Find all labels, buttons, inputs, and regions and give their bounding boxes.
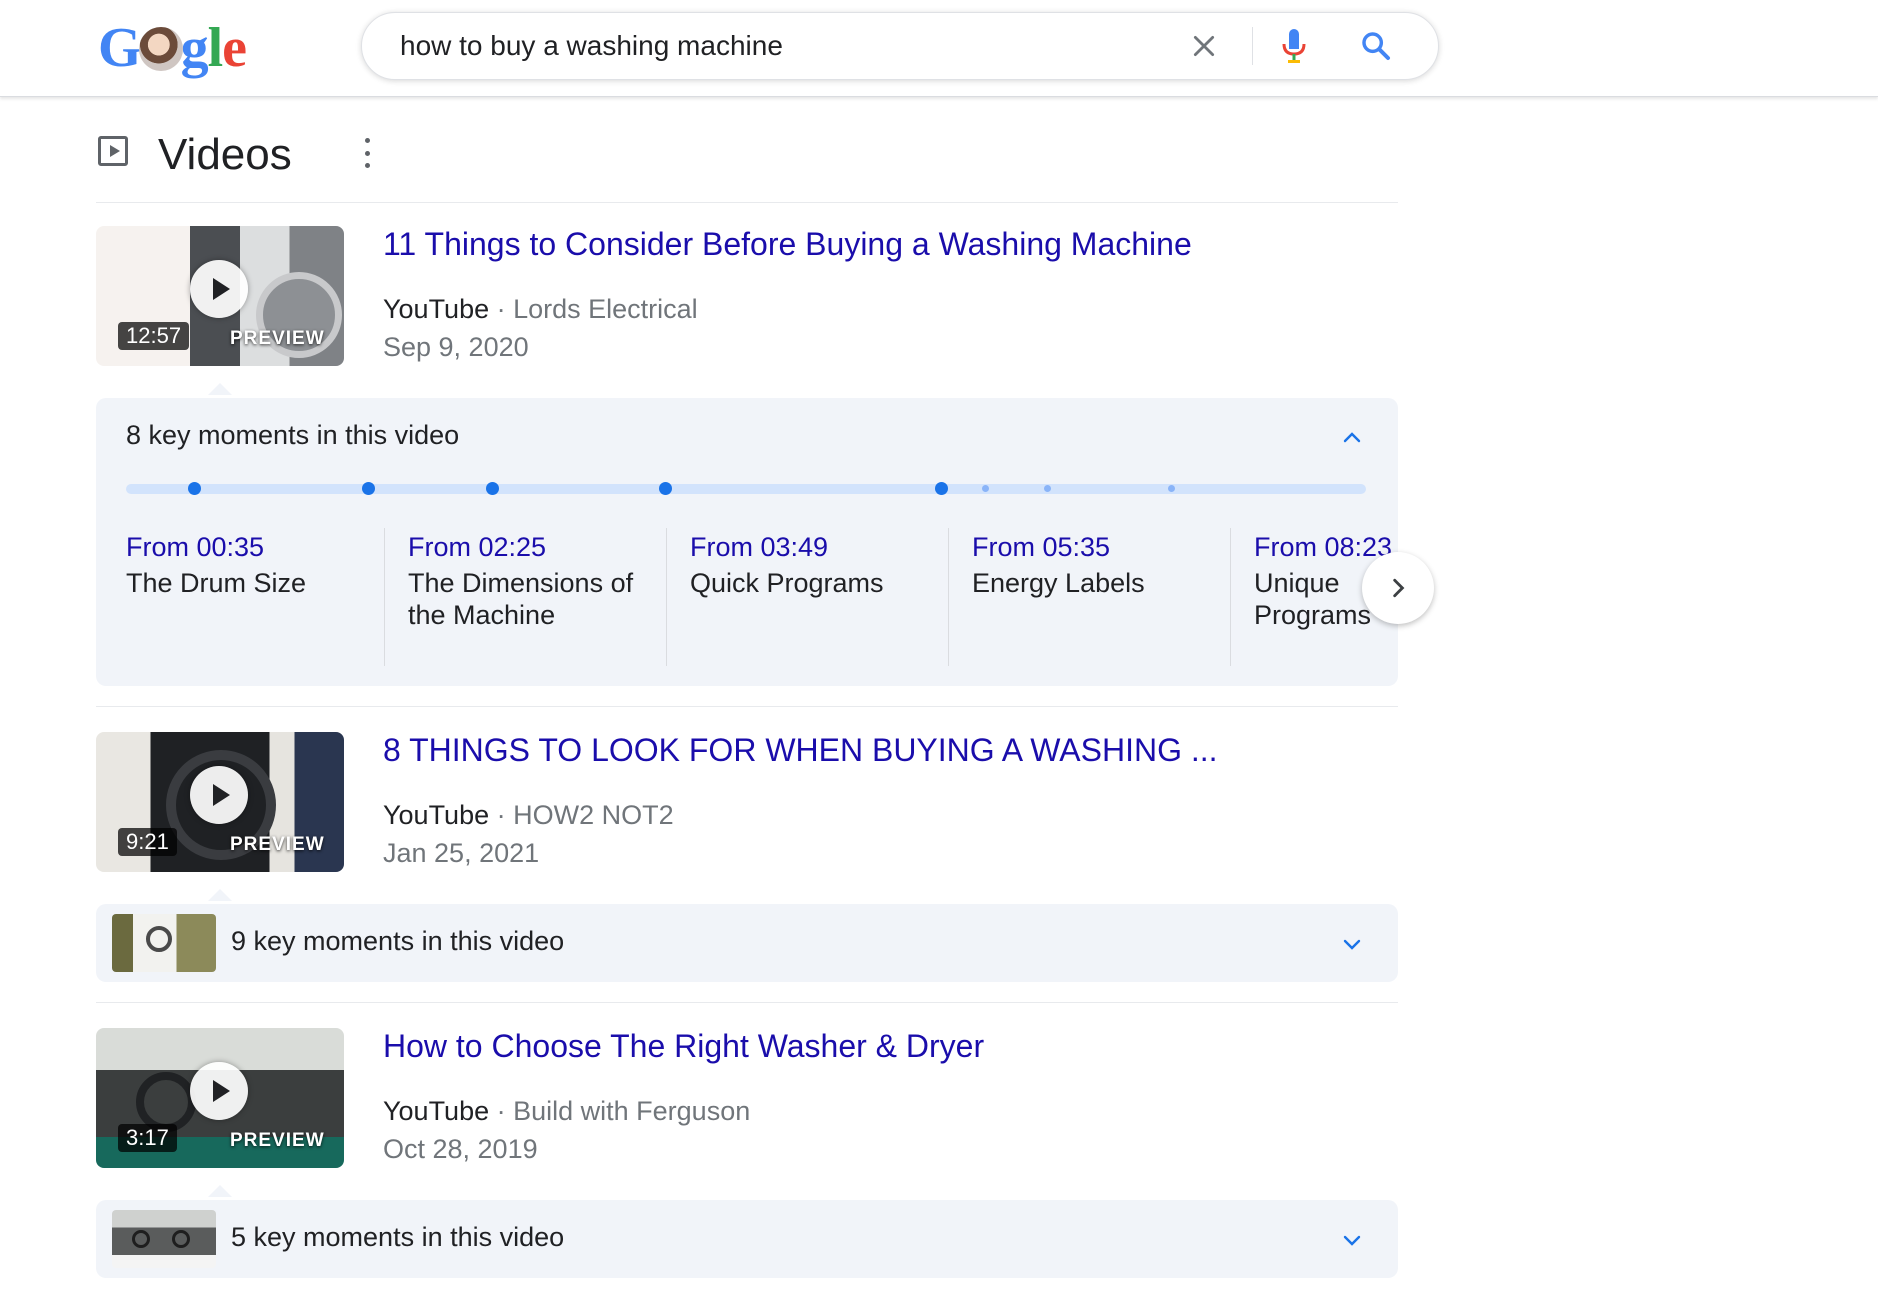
moment-label: The Drum Size — [126, 568, 307, 598]
doodle-portrait-icon — [138, 27, 183, 72]
moment-divider — [948, 528, 949, 666]
video-date: Sep 9, 2020 — [383, 332, 529, 362]
preview-label: PREVIEW — [230, 1130, 325, 1151]
result-separator — [96, 706, 1398, 707]
video-thumbnail[interactable]: 9:21 PREVIEW — [96, 732, 344, 872]
panel-pointer — [208, 889, 232, 901]
video-icon — [98, 136, 128, 166]
channel-name: Build with Ferguson — [513, 1096, 751, 1126]
preview-label: PREVIEW — [230, 328, 325, 349]
play-icon — [190, 766, 248, 824]
search-button[interactable] — [1356, 26, 1396, 66]
key-moment-item[interactable]: From 02:25 The Dimensions of the Machine — [408, 532, 660, 631]
moment-label: Quick Programs — [690, 568, 884, 598]
result-separator — [96, 1002, 1398, 1003]
video-source: YouTube · HOW2 NOT2 — [383, 800, 674, 830]
timeline-minor-marker[interactable] — [1168, 485, 1176, 492]
source-name: YouTube — [383, 800, 490, 830]
source-name: YouTube — [383, 294, 490, 324]
key-moment-thumbnail — [112, 1210, 216, 1268]
next-moments-button[interactable] — [1362, 552, 1434, 624]
chevron-down-icon[interactable] — [1342, 1230, 1362, 1250]
video-duration: 3:17 — [118, 1124, 177, 1152]
moment-divider — [1230, 528, 1231, 666]
key-moment-item[interactable]: From 00:35 The Drum Size — [126, 532, 378, 599]
video-date: Jan 25, 2021 — [383, 838, 540, 868]
moment-time: From 02:25 — [408, 532, 547, 562]
moment-time: From 00:35 — [126, 532, 265, 562]
video-title-link[interactable]: 8 THINGS TO LOOK FOR WHEN BUYING A WASHI… — [383, 732, 1218, 769]
moment-divider — [666, 528, 667, 666]
play-icon — [190, 260, 248, 318]
panel-pointer — [208, 1185, 232, 1197]
moment-label: The Dimensions of the Machine — [408, 568, 634, 630]
timeline-minor-marker[interactable] — [982, 485, 990, 492]
section-title: Videos — [158, 130, 292, 179]
key-moments-panel: 8 key moments in this video From 00:35 Th… — [96, 398, 1434, 686]
key-moment-item[interactable]: From 05:35 Energy Labels — [972, 532, 1224, 599]
play-icon — [190, 1062, 248, 1120]
chevron-up-icon[interactable] — [1342, 428, 1362, 448]
header: Ggle — [0, 0, 1878, 97]
search-divider — [1252, 27, 1253, 65]
search-icon — [1362, 32, 1390, 60]
video-duration: 9:21 — [118, 828, 177, 856]
video-title-link[interactable]: 11 Things to Consider Before Buying a Wa… — [383, 226, 1192, 263]
moment-divider — [384, 528, 385, 666]
key-moments-timeline[interactable] — [126, 482, 1366, 495]
key-moments-label: 5 key moments in this video — [231, 1222, 565, 1252]
video-thumbnail[interactable]: 3:17 PREVIEW — [96, 1028, 344, 1168]
more-options-button[interactable] — [360, 138, 374, 168]
video-source: YouTube · Build with Ferguson — [383, 1096, 751, 1126]
channel-name: HOW2 NOT2 — [513, 800, 674, 830]
search-input[interactable] — [400, 29, 1160, 63]
video-thumbnail[interactable]: 12:57 PREVIEW — [96, 226, 344, 366]
google-doodle-logo[interactable]: Ggle — [98, 18, 247, 78]
microphone-icon — [1282, 29, 1306, 63]
video-date: Oct 28, 2019 — [383, 1134, 538, 1164]
moment-time: From 05:35 — [972, 532, 1111, 562]
preview-label: PREVIEW — [230, 834, 325, 855]
channel-name: Lords Electrical — [513, 294, 698, 324]
timeline-marker[interactable] — [659, 482, 673, 495]
video-title-link[interactable]: How to Choose The Right Washer & Dryer — [383, 1028, 984, 1065]
clear-search-button[interactable] — [1186, 28, 1222, 64]
videos-section-header: Videos — [96, 128, 1398, 203]
key-moments-label: 9 key moments in this video — [231, 926, 565, 956]
chevron-down-icon[interactable] — [1342, 934, 1362, 954]
panel-pointer — [208, 383, 232, 395]
timeline-marker[interactable] — [188, 482, 202, 495]
timeline-marker[interactable] — [934, 482, 948, 495]
key-moments-panel-collapsed[interactable]: 5 key moments in this video — [96, 1200, 1398, 1278]
chevron-right-icon — [1393, 578, 1405, 598]
search-box — [361, 12, 1439, 80]
close-icon — [1193, 35, 1215, 57]
timeline-minor-marker[interactable] — [1044, 485, 1052, 492]
moment-label: Energy Labels — [972, 568, 1145, 598]
moment-time: From 03:49 — [690, 532, 829, 562]
timeline-marker[interactable] — [485, 482, 499, 495]
source-name: YouTube — [383, 1096, 490, 1126]
voice-search-button[interactable] — [1276, 26, 1312, 66]
key-moment-item[interactable]: From 03:49 Quick Programs — [690, 532, 942, 599]
key-moments-panel-collapsed[interactable]: 9 key moments in this video — [96, 904, 1398, 982]
washing-machine-drum-graphic — [136, 1072, 196, 1132]
video-duration: 12:57 — [118, 322, 190, 350]
key-moments-label[interactable]: 8 key moments in this video — [126, 420, 459, 451]
timeline-marker[interactable] — [361, 482, 375, 495]
key-moment-thumbnail — [112, 914, 216, 972]
video-source: YouTube · Lords Electrical — [383, 294, 698, 324]
